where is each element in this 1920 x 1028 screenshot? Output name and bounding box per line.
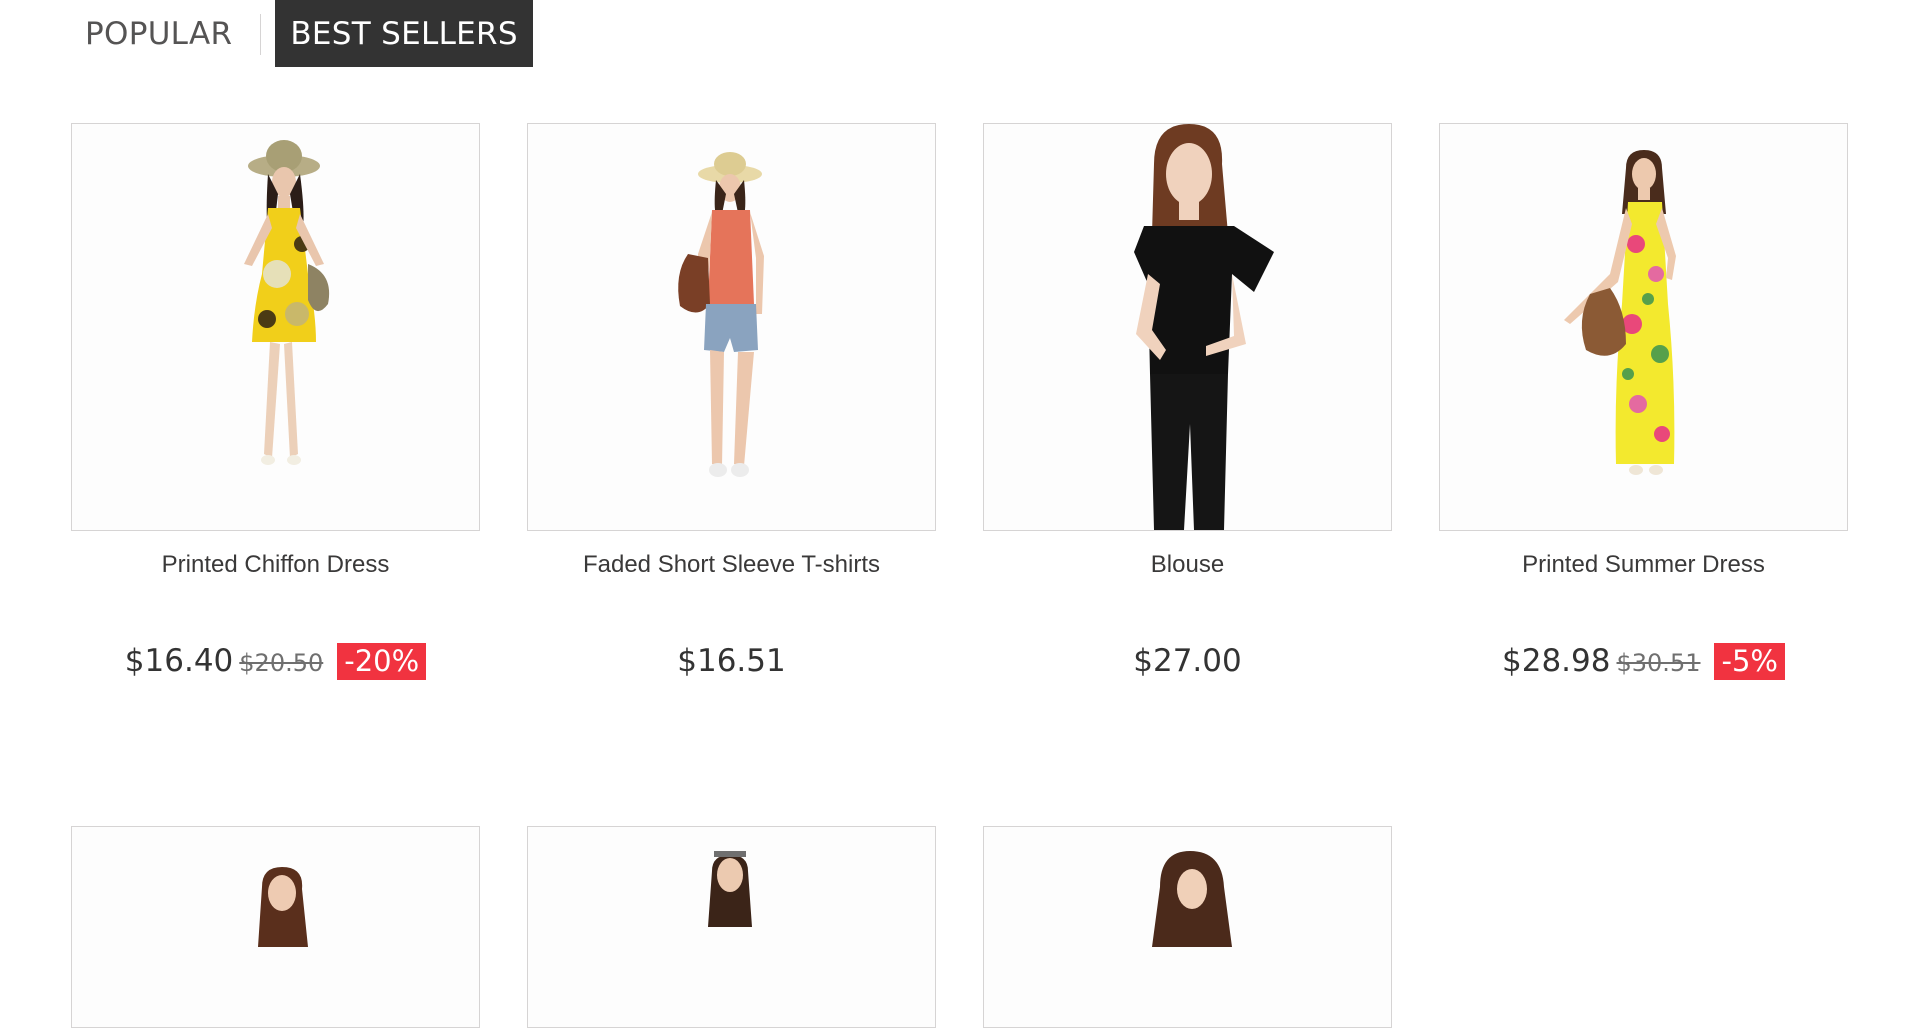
product-old-price: $20.50	[239, 649, 324, 677]
product-price-row: $16.40 $20.50 -20%	[71, 643, 480, 680]
product-image-link[interactable]	[71, 123, 480, 531]
tab-divider	[260, 14, 262, 55]
product-price-row: $16.51	[527, 643, 936, 679]
tab-best-sellers[interactable]: Best Sellers	[275, 0, 533, 67]
product-name[interactable]: Faded Short Sleeve T-shirts	[527, 551, 936, 579]
product-image	[72, 124, 479, 530]
product-price: $16.51	[677, 643, 786, 679]
product-image	[528, 124, 935, 530]
product-image-link[interactable]	[527, 123, 936, 531]
product-image	[984, 124, 1391, 530]
product-price: $28.98	[1502, 643, 1611, 679]
product-image	[72, 827, 479, 1027]
product-card: Printed Chiffon Dress $16.40 $20.50 -20%	[71, 123, 480, 680]
product-image-link[interactable]	[1439, 123, 1848, 531]
product-image	[1440, 124, 1847, 530]
product-card: Blouse $27.00	[983, 123, 1392, 679]
product-image	[528, 827, 935, 1027]
discount-badge: -5%	[1714, 643, 1785, 680]
tab-popular[interactable]: Popular	[71, 0, 246, 67]
product-price-row: $28.98 $30.51 -5%	[1439, 643, 1848, 680]
product-name[interactable]: Printed Summer Dress	[1439, 551, 1848, 579]
product-card	[527, 826, 936, 1028]
product-tabs: Popular Best Sellers	[71, 0, 533, 67]
product-card: Printed Summer Dress $28.98 $30.51 -5%	[1439, 123, 1848, 680]
product-image	[984, 827, 1391, 1027]
product-image-link[interactable]	[527, 826, 936, 1028]
product-card: Faded Short Sleeve T-shirts $16.51	[527, 123, 936, 679]
product-name[interactable]: Printed Chiffon Dress	[71, 551, 480, 579]
product-price: $27.00	[1133, 643, 1242, 679]
product-image-link[interactable]	[983, 826, 1392, 1028]
product-card	[71, 826, 480, 1028]
product-price-row: $27.00	[983, 643, 1392, 679]
product-price: $16.40	[124, 643, 234, 679]
product-image-link[interactable]	[983, 123, 1392, 531]
discount-badge: -20%	[337, 643, 427, 680]
product-card	[983, 826, 1392, 1028]
product-old-price: $30.51	[1616, 649, 1701, 677]
product-name[interactable]: Blouse	[983, 551, 1392, 579]
product-image-link[interactable]	[71, 826, 480, 1028]
